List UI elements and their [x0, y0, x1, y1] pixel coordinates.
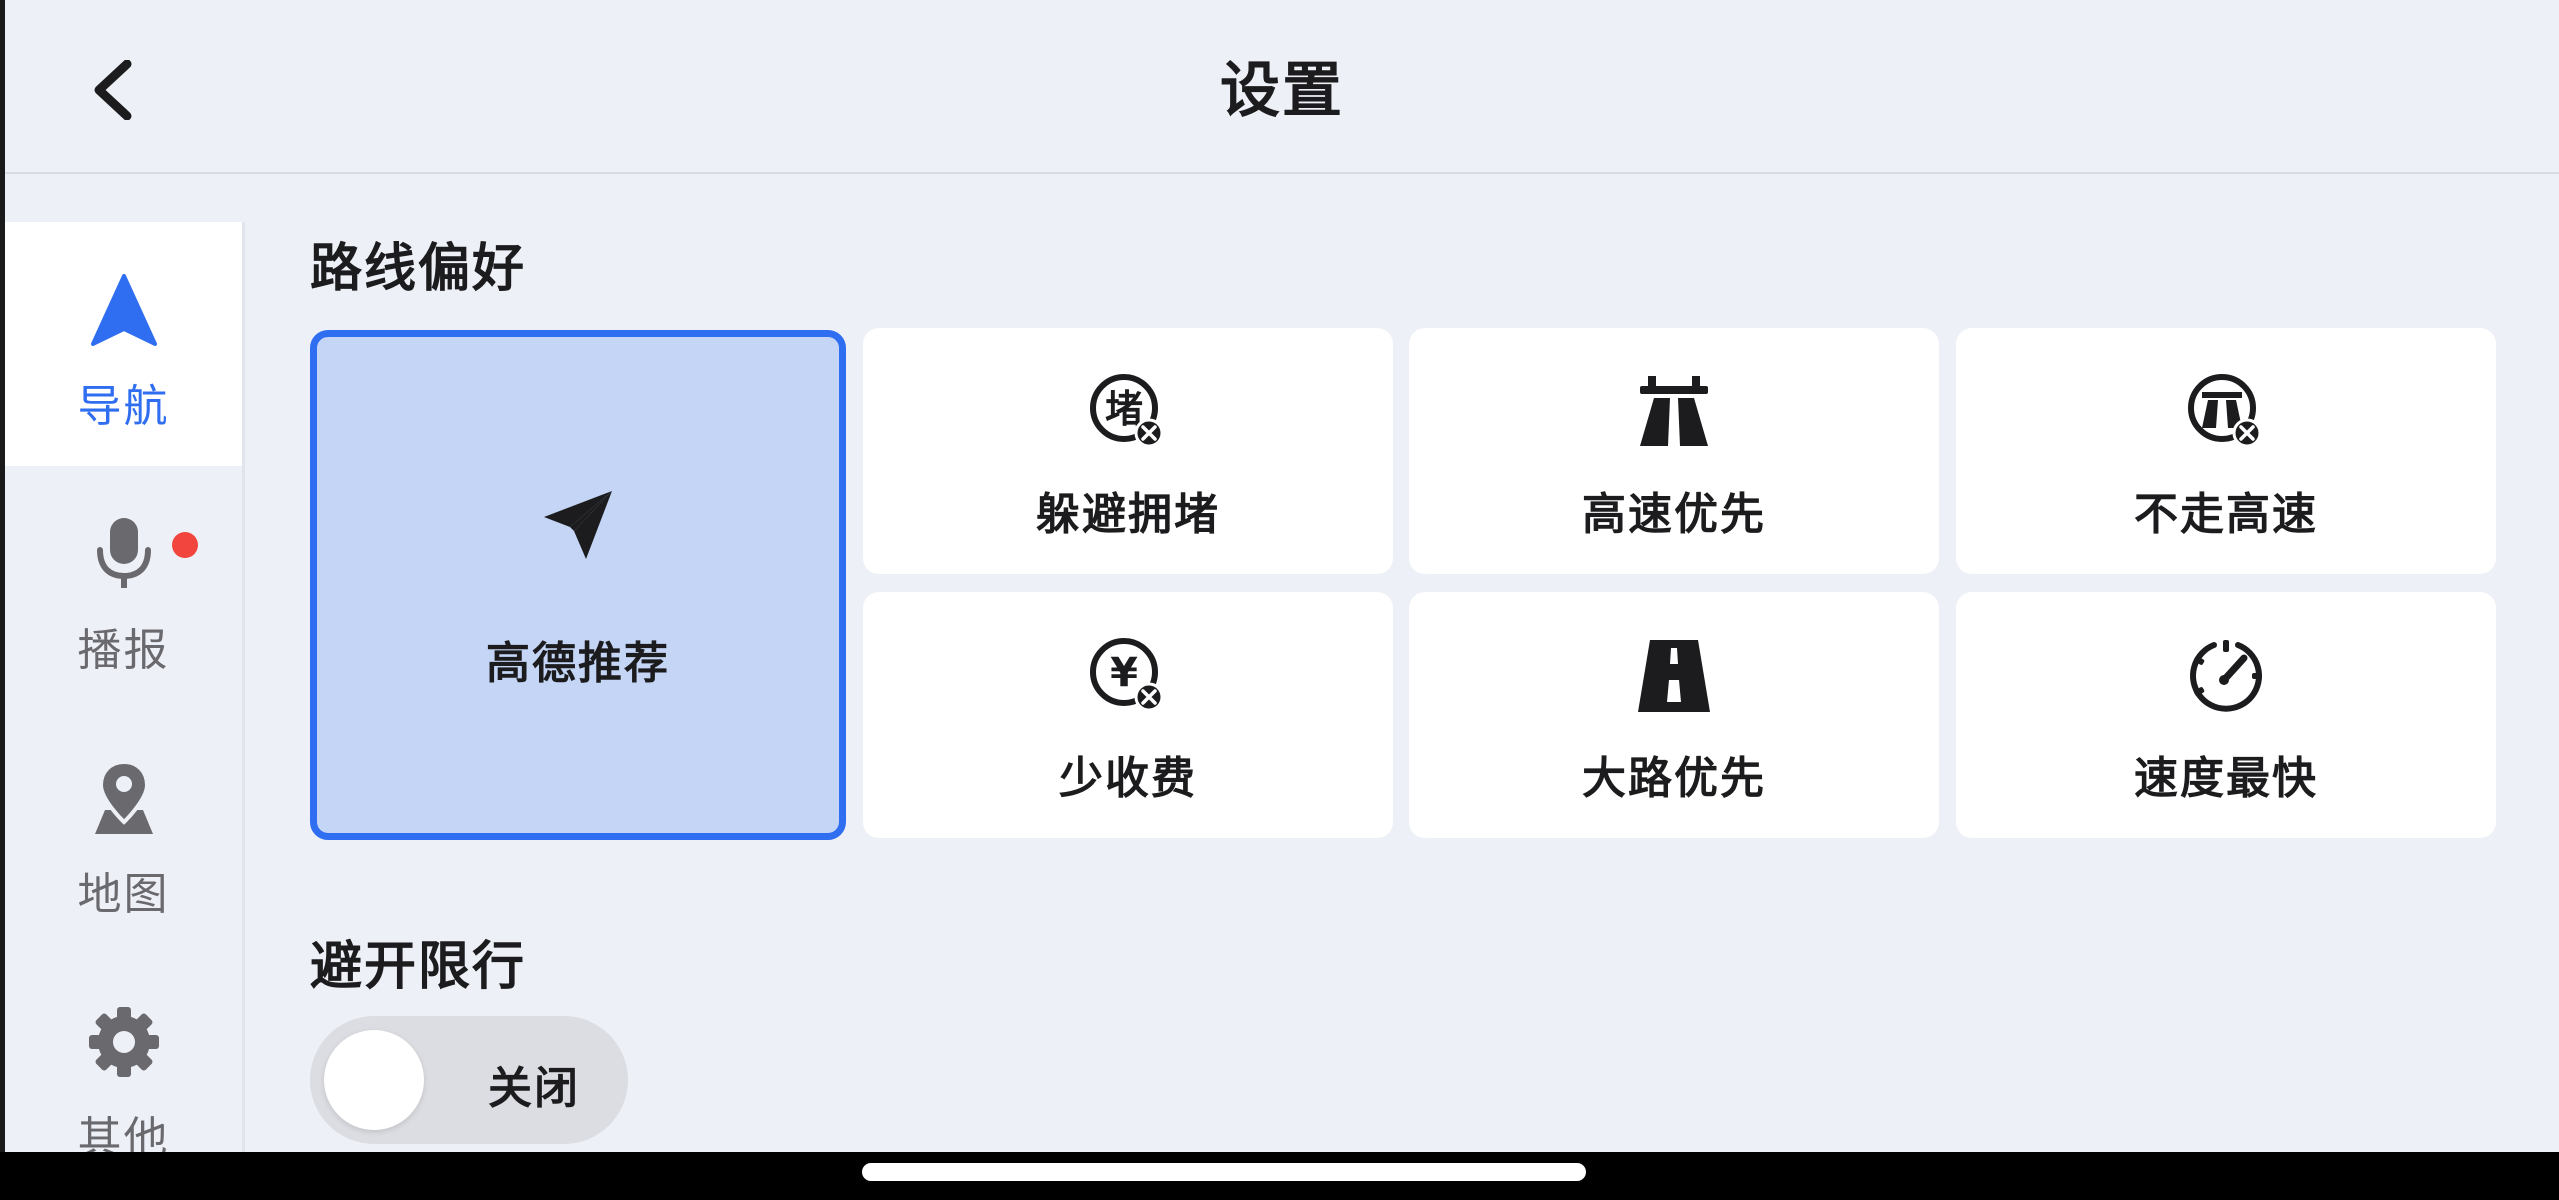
notification-badge — [172, 532, 198, 558]
avoid-restriction-title: 避开限行 — [310, 937, 527, 997]
gear-icon — [88, 1007, 159, 1077]
no-highway-icon — [2188, 374, 2262, 448]
route-option-label: 高速优先 — [1582, 489, 1766, 540]
avoid-congestion-icon: 堵 — [1090, 374, 1164, 448]
sidebar-item-map[interactable]: 地图 — [5, 710, 242, 954]
sidebar-item-label: 播报 — [77, 625, 170, 676]
route-option-avoid-congestion[interactable]: 堵 躲避拥堵 — [863, 328, 1393, 574]
route-option-fastest[interactable]: 速度最快 — [1956, 592, 2496, 838]
paper-plane-icon — [544, 491, 612, 559]
route-option-avoid-toll[interactable]: ¥ 少收费 — [863, 592, 1393, 838]
toggle-label: 关闭 — [488, 1063, 580, 1114]
navigation-arrow-icon — [90, 274, 157, 346]
toggle-knob — [324, 1030, 424, 1130]
route-option-label: 高德推荐 — [486, 638, 670, 689]
route-option-label: 躲避拥堵 — [1036, 489, 1220, 540]
avoid-toll-icon: ¥ — [1090, 638, 1164, 712]
svg-text:堵: 堵 — [1105, 387, 1143, 431]
route-option-no-highway[interactable]: 不走高速 — [1956, 328, 2496, 574]
route-preference-title: 路线偏好 — [310, 239, 527, 299]
route-option-main-road-first[interactable]: 大路优先 — [1409, 592, 1939, 838]
sidebar: 导航 播报 地图 其他 — [5, 222, 242, 1164]
header: 设置 — [5, 0, 2559, 174]
svg-text:¥: ¥ — [1110, 650, 1138, 696]
highway-icon — [1640, 376, 1708, 446]
sidebar-item-navigation[interactable]: 导航 — [5, 222, 242, 466]
avoid-restriction-toggle[interactable]: 关闭 — [310, 1016, 628, 1144]
speedometer-icon — [2190, 640, 2262, 712]
sidebar-item-broadcast[interactable]: 播报 — [5, 466, 242, 710]
route-option-label: 少收费 — [1059, 753, 1197, 804]
route-option-recommended[interactable]: 高德推荐 — [310, 330, 846, 840]
route-option-label: 不走高速 — [2134, 489, 2318, 540]
sidebar-item-label: 导航 — [77, 381, 170, 432]
map-pin-icon — [94, 760, 153, 834]
sidebar-divider — [242, 222, 245, 1152]
home-indicator[interactable] — [862, 1163, 1586, 1181]
sidebar-item-label: 地图 — [77, 869, 170, 920]
page-title: 设置 — [1220, 56, 1344, 126]
main-road-icon — [1638, 640, 1710, 712]
route-option-label: 大路优先 — [1582, 753, 1766, 804]
route-option-highway-first[interactable]: 高速优先 — [1409, 328, 1939, 574]
route-option-label: 速度最快 — [2134, 753, 2318, 804]
microphone-icon — [96, 518, 151, 588]
